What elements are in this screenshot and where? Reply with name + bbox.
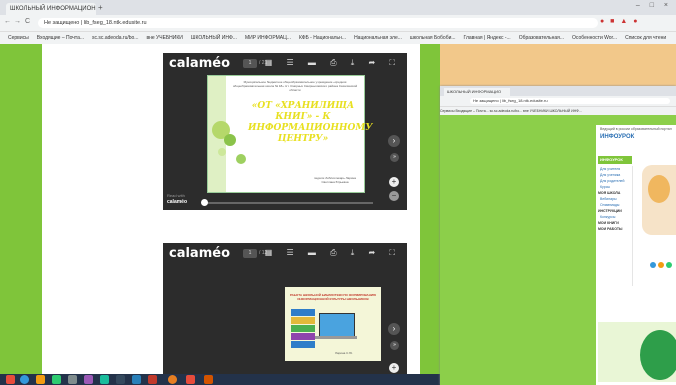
progress-track[interactable] (203, 202, 373, 204)
next-page-icon[interactable]: › (388, 135, 400, 147)
bookmarks-bar: Сервисы Входящие – Почта... sc.sc.adeoda.r… (0, 31, 676, 45)
slide-title: «ОТ «ХРАНИЛИЩА КНИГ» - К ИНФОРМАЦИОННОМУ… (248, 101, 373, 144)
read-with-label: Read with (167, 193, 185, 198)
new-tab-button[interactable]: + (98, 3, 103, 12)
next-page-icon[interactable]: › (388, 323, 400, 335)
start-icon[interactable] (6, 375, 15, 384)
calameo-viewer-2[interactable]: calaméo 1 / 12 ▦ ☰ ▬ ⎙ ⤓ ➦ ⛶ РАБОТА ШКОЛ… (163, 243, 407, 374)
zoom-out-icon[interactable]: − (389, 191, 399, 201)
app-icon[interactable] (148, 375, 157, 384)
banner-shape (640, 330, 676, 380)
sidebar-heading: ИНФОУРОК (598, 156, 632, 164)
toolbar-icons[interactable]: ▦ ☰ ▬ ⎙ ⤓ ➦ ⛶ (265, 58, 401, 68)
yandex-icon[interactable] (186, 375, 195, 384)
window-controls[interactable]: – □ × (636, 2, 672, 9)
calameo-logo[interactable]: calaméo (169, 56, 230, 71)
last-page-icon[interactable]: » (390, 341, 399, 350)
viewer-toolbar: calaméo 1 / 12 ▦ ☰ ▬ ⎙ ⤓ ➦ ⛶ (163, 243, 407, 265)
app-icon[interactable] (84, 375, 93, 384)
social-icon[interactable] (650, 262, 656, 268)
zoom-in-icon[interactable]: + (389, 363, 399, 373)
photo-hair (648, 175, 670, 203)
window2-address-bar[interactable]: Не защищено | lib_fseg_18.ntk.edusite.ru (470, 98, 670, 104)
page-number-input[interactable]: 1 (243, 59, 257, 68)
viewer-toolbar: calaméo 1 / 21 ▦ ☰ ▬ ⎙ ⤓ ➦ ⛶ (163, 53, 407, 75)
laptop-illustration (319, 313, 355, 337)
window2-tab[interactable]: ШКОЛЬНЫЙ ИНФОРМАЦИО (444, 88, 510, 96)
explorer-icon[interactable] (36, 375, 45, 384)
back-button[interactable]: ← (4, 18, 11, 25)
slide-author: Ларина С.Ю. (335, 351, 354, 355)
forward-button[interactable]: → (14, 18, 21, 25)
decor-circle (236, 154, 246, 164)
tab-title: ШКОЛЬНЫЙ ИНФОРМАЦИОН (10, 6, 96, 12)
app-icon[interactable] (68, 375, 77, 384)
slide-author: педагог-библиотекарь Ларина Светлана Юрь… (314, 176, 356, 184)
extension-icons[interactable]: ● ■ ▲ ● (600, 18, 639, 25)
right-green-panel (420, 44, 440, 374)
social-icon[interactable] (666, 262, 672, 268)
last-page-icon[interactable]: » (390, 153, 399, 162)
toolbar-icons[interactable]: ▦ ☰ ▬ ⎙ ⤓ ➦ ⛶ (265, 248, 401, 258)
zoom-in-icon[interactable]: + (389, 177, 399, 187)
app-icon[interactable] (100, 375, 109, 384)
powerpoint-icon[interactable] (204, 375, 213, 384)
books-illustration (291, 309, 315, 349)
laptop-base (315, 336, 357, 339)
section-heading: МОИ РАБОТЫ (598, 227, 623, 231)
decor-circle (224, 134, 236, 146)
app-icon[interactable] (132, 375, 141, 384)
slide-page: Муниципальное бюджетное общеобразователь… (207, 75, 373, 193)
sidebar-menu: Для учителя Для ученика Для родителей Ку… (596, 166, 633, 286)
progress-handle[interactable] (201, 199, 208, 206)
taskbar (0, 374, 440, 385)
app-icon[interactable] (52, 375, 61, 384)
page-number-input[interactable]: 1 (243, 249, 257, 258)
site-tagline: Ведущий в россии образовательный портал (600, 127, 672, 131)
browser-tab[interactable]: ШКОЛЬНЫЙ ИНФОРМАЦИОН × (6, 3, 96, 15)
social-icon[interactable] (658, 262, 664, 268)
footer-calameo-logo[interactable]: calaméo (167, 199, 187, 205)
address-bar[interactable]: Не защищено | lib_fseg_18.ntk.edusite.ru (38, 18, 598, 28)
site-logo[interactable]: ИНФОУРОК (600, 134, 634, 140)
app-icon[interactable] (116, 375, 125, 384)
decor-circle (218, 148, 226, 156)
reload-button[interactable]: C (25, 18, 30, 25)
calameo-viewer-1[interactable]: calaméo 1 / 21 ▦ ☰ ▬ ⎙ ⤓ ➦ ⛶ Муниципальн… (163, 53, 407, 210)
slide-title: РАБОТА ШКОЛЬНОЙ БИБЛИОТЕКИ ПО ФОРМИРОВАН… (289, 293, 377, 301)
calameo-logo[interactable]: calaméo (169, 246, 230, 261)
browser-icon[interactable] (20, 375, 29, 384)
left-green-panel (0, 44, 42, 374)
slide-header: Муниципальное бюджетное общеобразователь… (232, 80, 358, 92)
slide-page: РАБОТА ШКОЛЬНОЙ БИБЛИОТЕКИ ПО ФОРМИРОВАН… (285, 287, 381, 361)
chrome-icon[interactable] (168, 375, 177, 384)
